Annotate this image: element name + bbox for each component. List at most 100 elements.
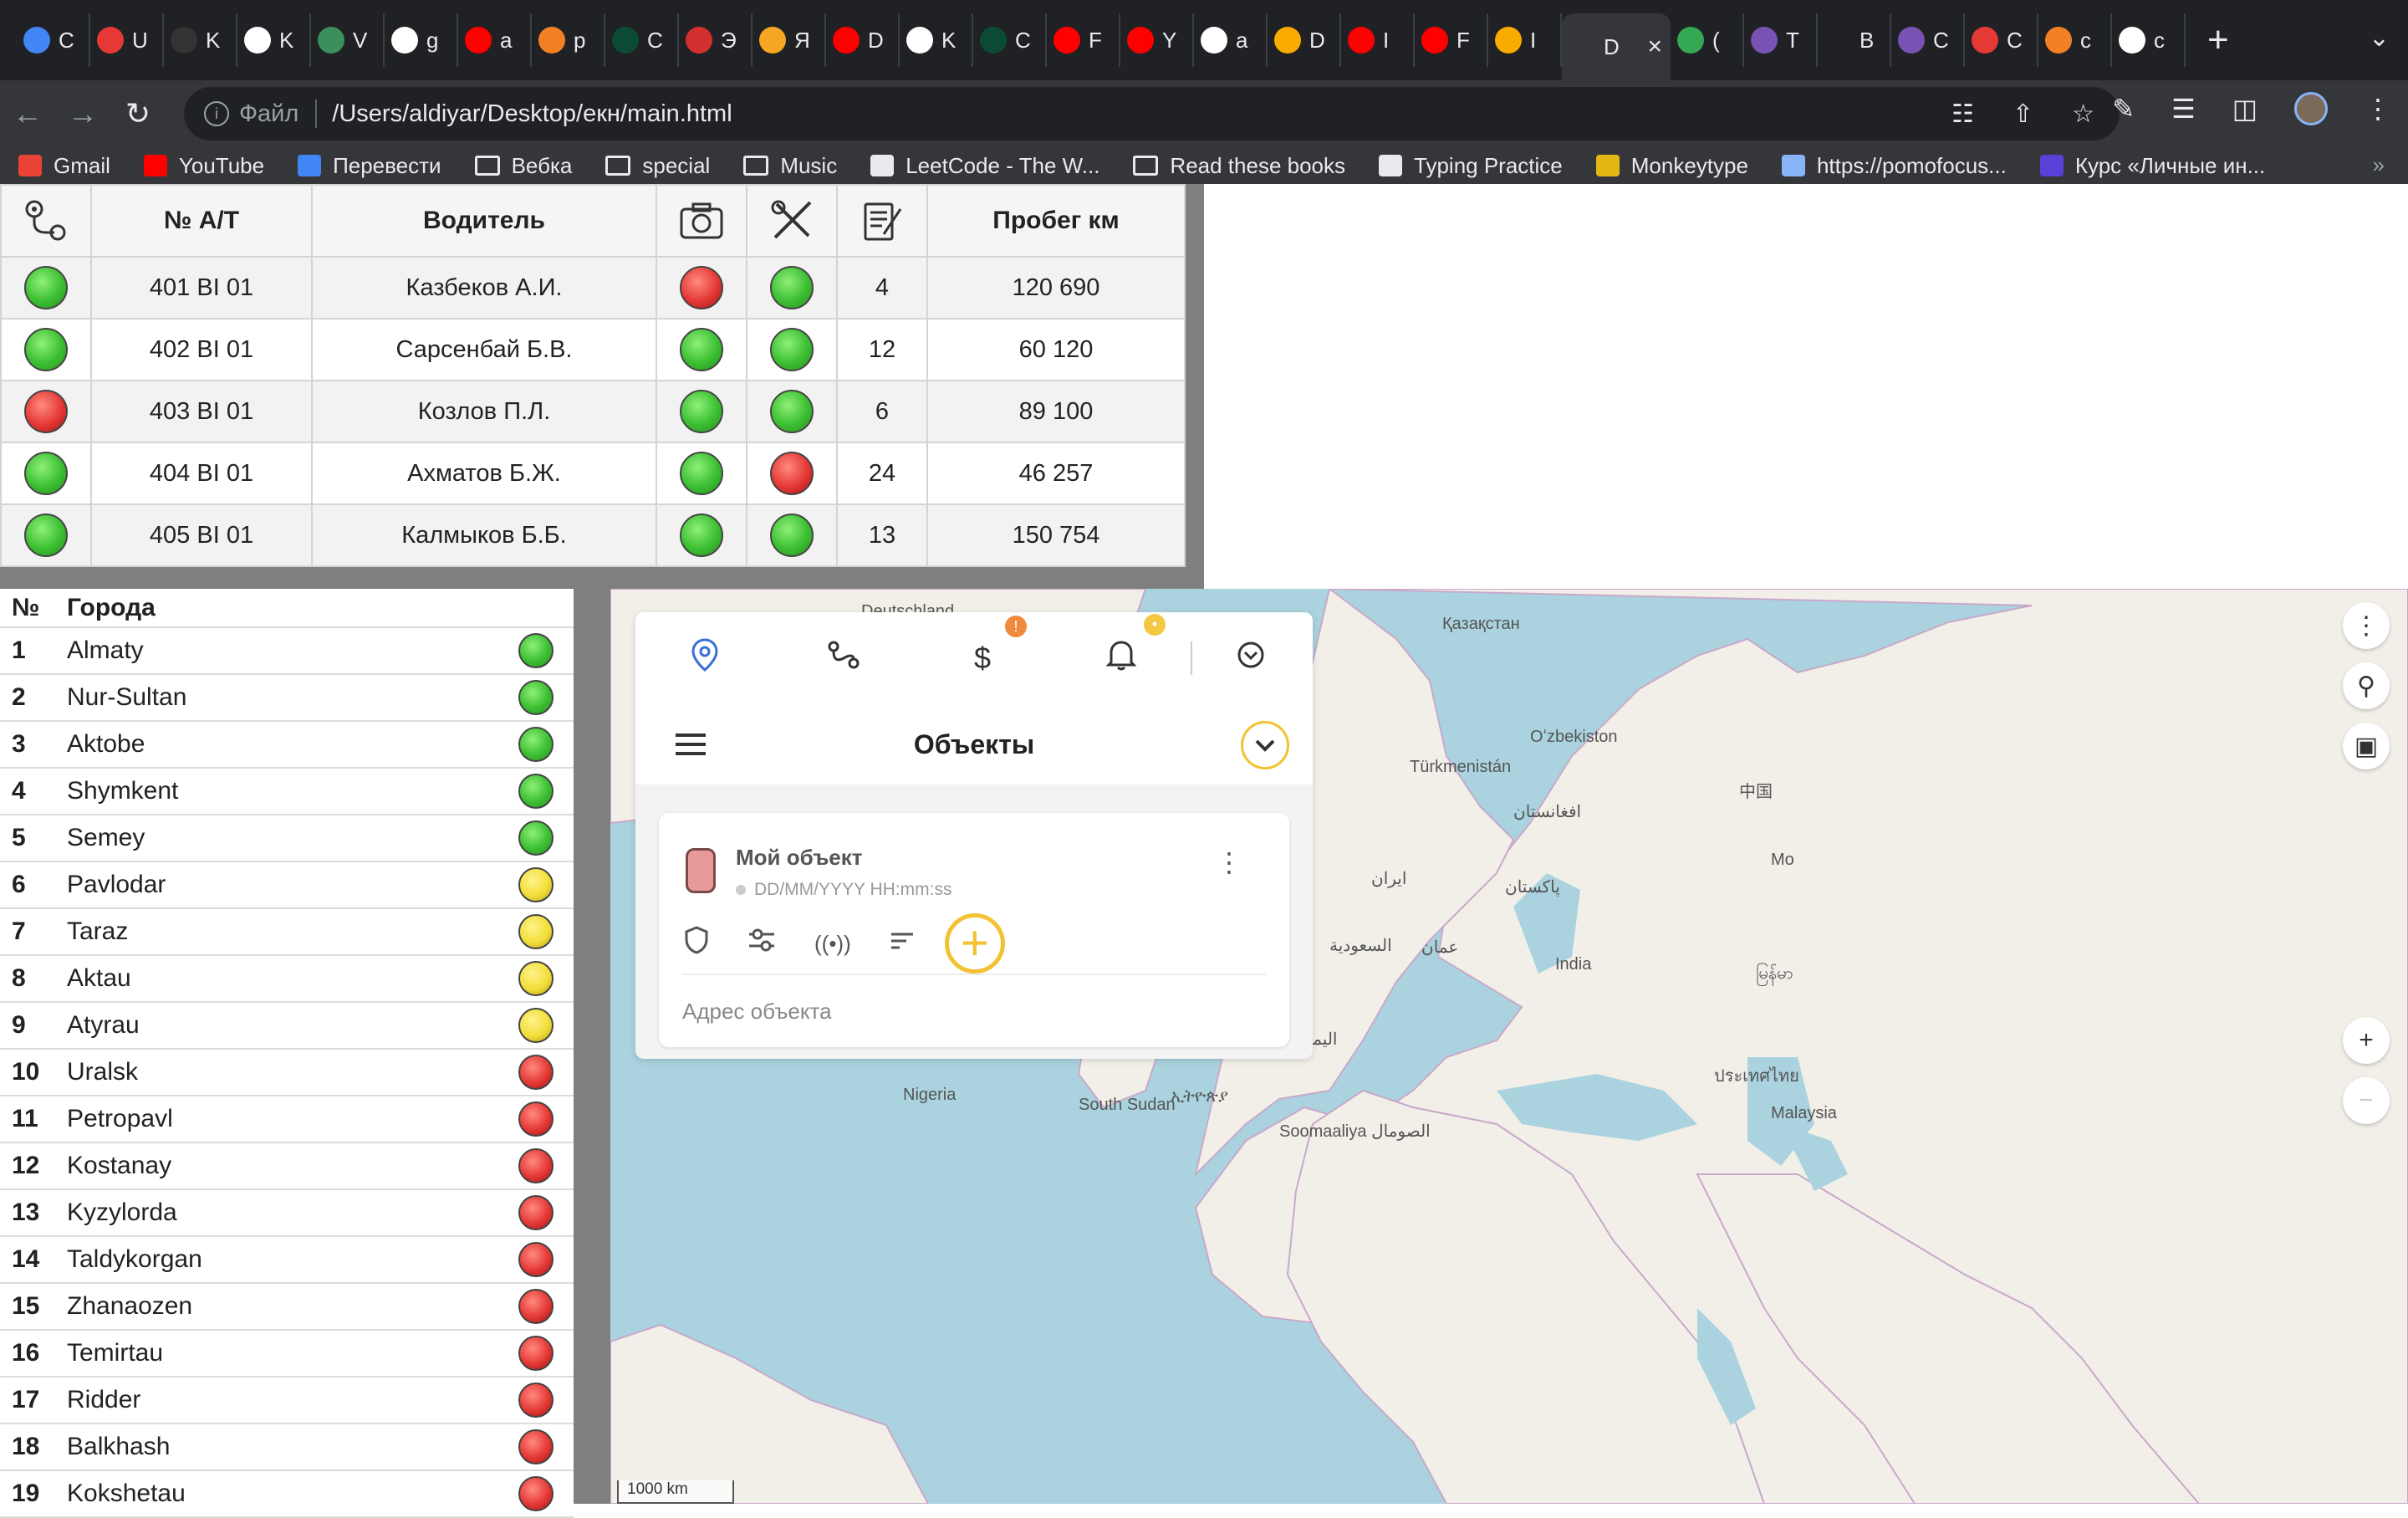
extensions-icon[interactable]: ✎ bbox=[2112, 93, 2135, 125]
dollar-icon[interactable]: $! bbox=[913, 616, 1052, 676]
plus-icon[interactable]: + bbox=[944, 913, 1005, 974]
city-row[interactable]: 19 Kokshetau bbox=[0, 1470, 574, 1518]
vehicle-row[interactable]: 401 BI 01 Казбеков А.И. 4 120 690 bbox=[0, 256, 1186, 319]
browser-tab[interactable]: U bbox=[90, 13, 164, 67]
bookmarks-overflow-icon[interactable]: » bbox=[2373, 152, 2385, 178]
browser-tab[interactable]: F bbox=[1047, 13, 1120, 67]
bookmark-item[interactable]: Music bbox=[743, 153, 837, 179]
sort-icon[interactable] bbox=[890, 929, 915, 958]
browser-tab[interactable]: І bbox=[1341, 13, 1415, 67]
forward-button[interactable]: → bbox=[55, 96, 110, 131]
browser-tab[interactable]: C bbox=[1965, 13, 2038, 67]
browser-tab[interactable]: T bbox=[1744, 13, 1818, 67]
reload-button[interactable]: ↻ bbox=[110, 96, 166, 131]
city-row[interactable]: 10 Uralsk bbox=[0, 1049, 574, 1096]
chevron-circle-icon[interactable] bbox=[1192, 641, 1309, 677]
city-row[interactable]: 3 Aktobe bbox=[0, 721, 574, 769]
bookmark-item[interactable]: Typing Practice bbox=[1379, 153, 1563, 179]
browser-tab[interactable]: C bbox=[973, 13, 1047, 67]
browser-tab[interactable]: C bbox=[1891, 13, 1965, 67]
bell-icon[interactable]: • bbox=[1052, 613, 1191, 678]
city-row[interactable]: 1 Almaty bbox=[0, 627, 574, 675]
browser-tab[interactable]: K bbox=[164, 13, 237, 67]
share-icon[interactable]: ⇧ bbox=[2013, 100, 2033, 129]
bookmark-item[interactable]: Перевести bbox=[298, 153, 441, 179]
city-row[interactable]: 14 Taldykorgan bbox=[0, 1236, 574, 1284]
bookmark-item[interactable]: Gmail bbox=[18, 153, 110, 179]
browser-tab[interactable]: c bbox=[2038, 13, 2112, 67]
vehicle-row[interactable]: 403 BI 01 Козлов П.Л. 6 89 100 bbox=[0, 380, 1186, 443]
bookmark-item[interactable]: LeetCode - The W... bbox=[870, 153, 1099, 179]
city-row[interactable]: 16 Temirtau bbox=[0, 1330, 574, 1377]
city-row[interactable]: 12 Kostanay bbox=[0, 1142, 574, 1190]
chevron-down-icon[interactable] bbox=[1241, 721, 1289, 769]
bookmark-item[interactable]: special bbox=[605, 153, 710, 179]
browser-tab[interactable]: ( bbox=[1671, 13, 1744, 67]
vehicle-row[interactable]: 402 BI 01 Сарсенбай Б.В. 12 60 120 bbox=[0, 318, 1186, 381]
sidepanel-icon[interactable]: ◫ bbox=[2232, 93, 2258, 125]
city-row[interactable]: 11 Petropavl bbox=[0, 1096, 574, 1143]
browser-tab[interactable]: Я bbox=[752, 13, 826, 67]
city-row[interactable]: 17 Ridder bbox=[0, 1377, 574, 1424]
bookmark-item[interactable]: YouTube bbox=[143, 153, 264, 179]
signal-icon[interactable]: ((•)) bbox=[814, 931, 851, 957]
star-icon[interactable]: ☆ bbox=[2072, 100, 2094, 129]
close-tab-icon[interactable]: × bbox=[1647, 33, 1662, 61]
shield-icon[interactable] bbox=[684, 926, 709, 961]
profile-avatar[interactable] bbox=[2294, 92, 2328, 125]
city-row[interactable]: 18 Balkhash bbox=[0, 1423, 574, 1471]
info-icon[interactable]: i bbox=[204, 101, 229, 126]
browser-tab[interactable]: B bbox=[1818, 13, 1891, 67]
browser-tab[interactable]: Y bbox=[1120, 13, 1194, 67]
zoom-in-button[interactable]: + bbox=[2343, 1017, 2390, 1064]
map-menu-button[interactable]: ⋮ bbox=[2343, 602, 2390, 649]
browser-tab[interactable]: C bbox=[17, 13, 90, 67]
bookmark-item[interactable]: https://pomofocus... bbox=[1781, 153, 2007, 179]
browser-tab[interactable]: a bbox=[1194, 13, 1268, 67]
city-row[interactable]: 8 Aktau bbox=[0, 955, 574, 1003]
browser-tab[interactable]: K bbox=[237, 13, 311, 67]
city-row[interactable]: 15 Zhanaozen bbox=[0, 1283, 574, 1331]
browser-tab[interactable]: p bbox=[532, 13, 605, 67]
bookmark-item[interactable]: Вебка bbox=[474, 153, 572, 179]
url-text[interactable]: /Users/aldiyar/Desktop/екн/main.html bbox=[332, 100, 732, 128]
vehicle-row[interactable]: 405 BI 01 Калмыков Б.Б. 13 150 754 bbox=[0, 503, 1186, 567]
bookmark-item[interactable]: Monkeytype bbox=[1595, 153, 1748, 179]
city-row[interactable]: 4 Shymkent bbox=[0, 768, 574, 815]
route-icon[interactable] bbox=[774, 640, 913, 677]
browser-tab[interactable]: D × bbox=[1562, 13, 1671, 80]
browser-tab[interactable]: D bbox=[1268, 13, 1341, 67]
browser-tab[interactable]: Э bbox=[679, 13, 752, 67]
vehicle-row[interactable]: 404 BI 01 Ахматов Б.Ж. 24 46 257 bbox=[0, 442, 1186, 505]
address-bar[interactable]: i Файл /Users/aldiyar/Desktop/екн/main.h… bbox=[184, 87, 2120, 141]
tab-search-icon[interactable]: ⌄ bbox=[2369, 23, 2390, 53]
city-row[interactable]: 9 Atyrau bbox=[0, 1002, 574, 1050]
city-row[interactable]: 7 Taraz bbox=[0, 908, 574, 956]
menu-icon[interactable]: ⋮ bbox=[2365, 93, 2391, 125]
more-options-icon[interactable]: ⋮ bbox=[1216, 849, 1242, 876]
browser-tab[interactable]: c bbox=[2112, 13, 2186, 67]
object-card[interactable]: Мой объект DD/MM/YYYY HH:mm:ss ⋮ ((•)) +… bbox=[659, 813, 1289, 1047]
city-row[interactable]: 2 Nur-Sultan bbox=[0, 674, 574, 722]
city-row[interactable]: 6 Pavlodar bbox=[0, 861, 574, 909]
city-row[interactable]: 5 Semey bbox=[0, 815, 574, 862]
bookmark-item[interactable]: Read these books bbox=[1133, 153, 1345, 179]
location-pin-icon[interactable] bbox=[635, 637, 774, 679]
sliders-icon[interactable] bbox=[747, 928, 776, 959]
back-button[interactable]: ← bbox=[0, 96, 55, 131]
browser-tab[interactable]: C bbox=[605, 13, 679, 67]
browser-tab[interactable]: K bbox=[900, 13, 973, 67]
browser-tab[interactable]: V bbox=[311, 13, 385, 67]
browser-tab[interactable]: a bbox=[458, 13, 532, 67]
bookmark-item[interactable]: Курс «Личные ин... bbox=[2039, 153, 2265, 179]
media-icon[interactable]: ☰ bbox=[2171, 93, 2196, 125]
browser-tab[interactable]: I bbox=[1488, 13, 1562, 67]
browser-tab[interactable]: g bbox=[385, 13, 458, 67]
zoom-out-button[interactable]: − bbox=[2343, 1077, 2390, 1124]
browser-tab[interactable]: D bbox=[826, 13, 900, 67]
map-search-button[interactable]: ⚲ bbox=[2343, 662, 2390, 709]
city-row[interactable]: 13 Kyzylorda bbox=[0, 1189, 574, 1237]
map-fit-button[interactable]: ▣ bbox=[2343, 723, 2390, 769]
translate-icon[interactable]: ☷ bbox=[1951, 100, 1974, 129]
browser-tab[interactable]: F bbox=[1415, 13, 1488, 67]
